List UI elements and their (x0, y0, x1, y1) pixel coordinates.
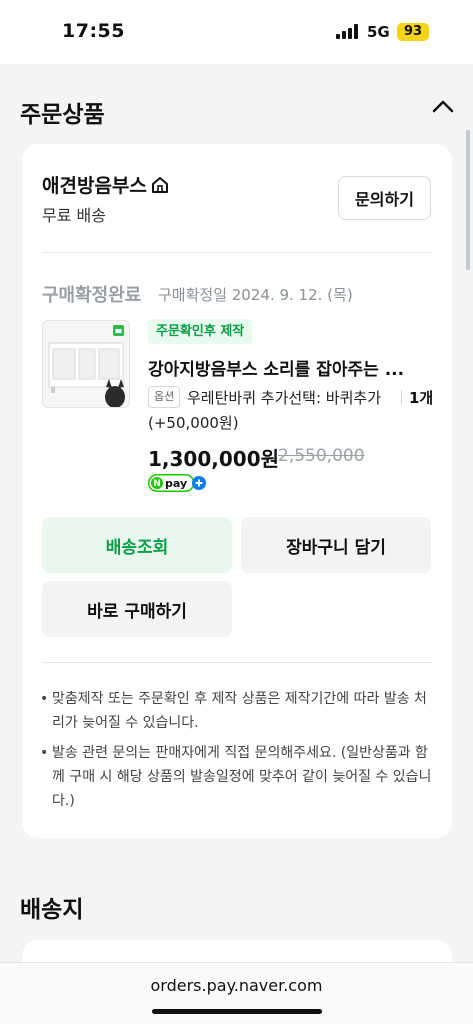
product-image (43, 321, 129, 407)
inquiry-button[interactable]: 문의하기 (338, 176, 431, 220)
option-tag: 옵션 (148, 386, 181, 408)
npay-icon: N pay (148, 474, 206, 492)
notice-list: 맞춤제작 또는 주문확인 후 제작 상품은 제작기간에 따라 발송 처리가 늦어… (40, 687, 435, 819)
browser-url-bar[interactable]: orders.pay.naver.com (0, 962, 473, 1024)
divider (42, 662, 431, 663)
scrollbar[interactable] (466, 130, 470, 270)
url-text[interactable]: orders.pay.naver.com (0, 976, 473, 995)
delivery-section-title: 배송지 (20, 897, 84, 923)
track-delivery-button[interactable]: 배송조회 (42, 517, 232, 573)
battery-icon: 93 (397, 23, 429, 41)
product-thumbnail[interactable] (42, 320, 130, 408)
made-to-order-badge: 주문확인후 제작 (148, 319, 253, 344)
notice-item: 발송 관련 문의는 판매자에게 직접 문의해주세요. (일반상품과 함께 구매 … (40, 741, 435, 813)
add-to-cart-button[interactable]: 장바구니 담기 (241, 517, 431, 573)
svg-text:N: N (153, 479, 161, 489)
signal-icon (336, 24, 360, 39)
product-price: 1,300,000원 (148, 447, 280, 471)
confirm-date: 구매확정일 2024. 9. 12. (목) (158, 286, 353, 304)
chevron-up-icon[interactable] (432, 99, 454, 113)
status-time: 17:55 (62, 20, 125, 42)
option-text: 우레탄바퀴 추가선택: 바퀴추가 (187, 389, 381, 407)
purchase-status: 구매확정완료 (42, 285, 142, 306)
home-icon (151, 176, 168, 193)
option-extra-price: (+50,000원) (148, 414, 239, 432)
option-separator (401, 390, 402, 404)
option-quantity: 1개 (409, 389, 434, 407)
home-indicator[interactable] (152, 1009, 322, 1014)
shipping-note: 무료 배송 (42, 206, 106, 225)
buy-now-button[interactable]: 바로 구매하기 (42, 581, 232, 637)
original-price: 2,550,000 (278, 446, 365, 466)
store-name[interactable]: 애견방음부스 (42, 171, 170, 198)
status-bar: 17:55 5G 93 (0, 0, 473, 64)
notice-item: 맞춤제작 또는 주문확인 후 제작 상품은 제작기간에 따라 발송 처리가 늦어… (40, 687, 435, 735)
product-name[interactable]: 강아지방음부스 소리를 잡아주는 ... (148, 355, 428, 380)
divider (42, 252, 431, 253)
network-type: 5G (367, 23, 390, 41)
npay-label: pay (165, 477, 187, 490)
store-name-label: 애견방음부스 (42, 175, 147, 197)
section-title: 주문상품 (20, 102, 105, 128)
order-card: 애견방음부스 무료 배송 문의하기 구매확정완료 구매확정일 2024. 9. … (22, 144, 452, 838)
order-section-header[interactable]: 주문상품 (0, 64, 473, 144)
